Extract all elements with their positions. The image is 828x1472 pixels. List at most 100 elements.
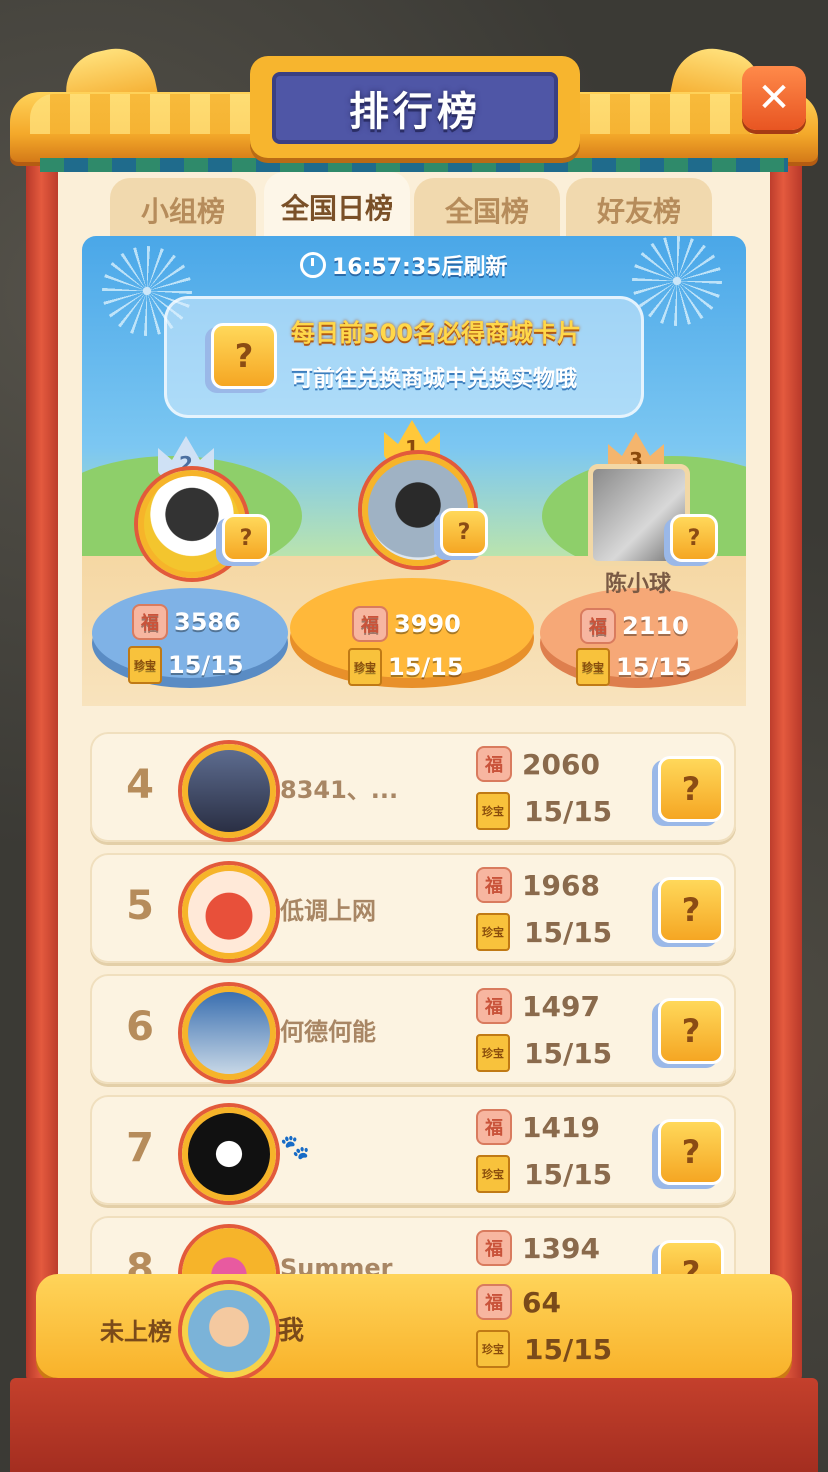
tab-national[interactable]: 全国榜 <box>414 178 560 242</box>
my-score-value: 64 <box>522 1285 561 1319</box>
first-count: 珍宝 15/15 <box>348 648 464 686</box>
list-item[interactable]: 6 何德何能 福 1497 珍宝 15/15 ? <box>90 974 736 1084</box>
title-plaque: 排行榜 <box>250 56 580 158</box>
mystery-card-icon: ? <box>222 514 270 562</box>
right-pillar <box>768 150 802 1380</box>
fu-icon: 福 <box>352 606 388 642</box>
third-name: 陈小球 <box>604 572 671 597</box>
avatar <box>182 1107 276 1201</box>
score-value: 1968 <box>522 868 600 902</box>
close-button[interactable]: ✕ <box>742 66 806 130</box>
player-name: 低调上网 <box>280 897 376 925</box>
book-icon: 珍宝 <box>476 913 510 951</box>
tab-group[interactable]: 小组榜 <box>110 178 256 242</box>
my-name: 我 <box>278 1316 305 1346</box>
page-title: 排行榜 <box>349 89 481 135</box>
score-value: 1497 <box>522 989 600 1023</box>
score-value: 2060 <box>522 747 600 781</box>
close-icon: ✕ <box>757 75 791 121</box>
fu-icon: 福 <box>476 746 512 782</box>
tab-national-label: 全国榜 <box>444 195 529 228</box>
title-plaque-inner: 排行榜 <box>272 72 558 144</box>
player-score: 福 2060 <box>476 746 600 782</box>
roof-beam <box>40 158 788 172</box>
book-icon: 珍宝 <box>576 648 610 686</box>
book-icon: 珍宝 <box>476 1034 510 1072</box>
book-icon: 珍宝 <box>348 648 382 686</box>
tab-national-daily[interactable]: 全国日榜 <box>264 172 410 242</box>
second-score-value: 3586 <box>174 608 241 636</box>
fu-icon: 福 <box>476 1230 512 1266</box>
avatar <box>182 865 276 959</box>
my-score: 福 64 <box>476 1284 561 1320</box>
count-value: 15/15 <box>524 1036 613 1070</box>
avatar <box>182 986 276 1080</box>
my-rank-bar: 未上榜 我 福 64 珍宝 15/15 <box>36 1274 792 1378</box>
frame-base <box>10 1378 818 1472</box>
mystery-card-icon: ? <box>211 323 277 389</box>
fu-icon: 福 <box>476 1284 512 1320</box>
mystery-card-icon[interactable]: ? <box>658 756 724 822</box>
list-item[interactable]: 7 🐾 福 1419 珍宝 15/15 ? <box>90 1095 736 1205</box>
first-count-value: 15/15 <box>388 653 464 681</box>
player-count: 珍宝 15/15 <box>476 913 612 951</box>
fu-icon: 福 <box>476 1109 512 1145</box>
second-score: 福 3586 <box>132 604 241 640</box>
list-item[interactable]: 4 8341、... 福 2060 珍宝 15/15 ? <box>90 732 736 842</box>
player-score: 福 1394 <box>476 1230 600 1266</box>
clock-icon <box>300 252 326 278</box>
rank-number: 5 <box>126 883 154 929</box>
promo-line1: 每日前500名必得商城卡片 <box>291 319 582 347</box>
book-icon: 珍宝 <box>128 646 162 684</box>
tab-national-daily-label: 全国日榜 <box>280 192 393 225</box>
tab-group-label: 小组榜 <box>140 195 225 228</box>
player-score: 福 1968 <box>476 867 600 903</box>
my-rank-status: 未上榜 <box>100 1318 172 1346</box>
player-name: 🐾 <box>280 1133 310 1161</box>
third-count-value: 15/15 <box>616 653 692 681</box>
promo-banner: ? 每日前500名必得商城卡片 可前往兑换商城中兑换实物哦 <box>164 296 644 418</box>
firework-decoration <box>632 236 722 326</box>
mystery-card-icon: ? <box>670 514 718 562</box>
third-count: 珍宝 15/15 <box>576 648 692 686</box>
avatar <box>182 744 276 838</box>
refresh-timer: 16:57:35后刷新 <box>300 250 507 280</box>
book-icon: 珍宝 <box>476 792 510 830</box>
book-icon: 珍宝 <box>476 1155 510 1193</box>
second-count-value: 15/15 <box>168 651 244 679</box>
count-value: 15/15 <box>524 1157 613 1191</box>
second-count: 珍宝 15/15 <box>128 646 244 684</box>
promo-line2: 可前往兑换商城中兑换实物哦 <box>291 367 578 392</box>
player-name: 8341、... <box>280 776 399 804</box>
first-score-value: 3990 <box>394 610 461 638</box>
player-score: 福 1419 <box>476 1109 600 1145</box>
player-count: 珍宝 15/15 <box>476 792 612 830</box>
book-icon: 珍宝 <box>476 1330 510 1368</box>
my-count: 珍宝 15/15 <box>476 1330 612 1368</box>
player-count: 珍宝 15/15 <box>476 1155 612 1193</box>
my-count-value: 15/15 <box>524 1332 613 1366</box>
fu-icon: 福 <box>476 988 512 1024</box>
third-score-value: 2110 <box>622 612 689 640</box>
fu-icon: 福 <box>132 604 168 640</box>
tab-friends[interactable]: 好友榜 <box>566 178 712 242</box>
tab-friends-label: 好友榜 <box>596 195 681 228</box>
my-avatar[interactable] <box>182 1284 276 1378</box>
left-pillar <box>26 150 60 1380</box>
player-count: 珍宝 15/15 <box>476 1034 612 1072</box>
rank-number: 7 <box>126 1125 154 1171</box>
fu-icon: 福 <box>476 867 512 903</box>
mystery-card-icon[interactable]: ? <box>658 1119 724 1185</box>
score-value: 1419 <box>522 1110 600 1144</box>
count-value: 15/15 <box>524 915 613 949</box>
score-value: 1394 <box>522 1231 600 1265</box>
mystery-card-icon[interactable]: ? <box>658 877 724 943</box>
player-score: 福 1497 <box>476 988 600 1024</box>
third-score: 福 2110 <box>580 608 689 644</box>
first-score: 福 3990 <box>352 606 461 642</box>
rank-number: 6 <box>126 1004 154 1050</box>
count-value: 15/15 <box>524 794 613 828</box>
mystery-card-icon[interactable]: ? <box>658 998 724 1064</box>
player-name: 何德何能 <box>280 1018 376 1046</box>
list-item[interactable]: 5 低调上网 福 1968 珍宝 15/15 ? <box>90 853 736 963</box>
